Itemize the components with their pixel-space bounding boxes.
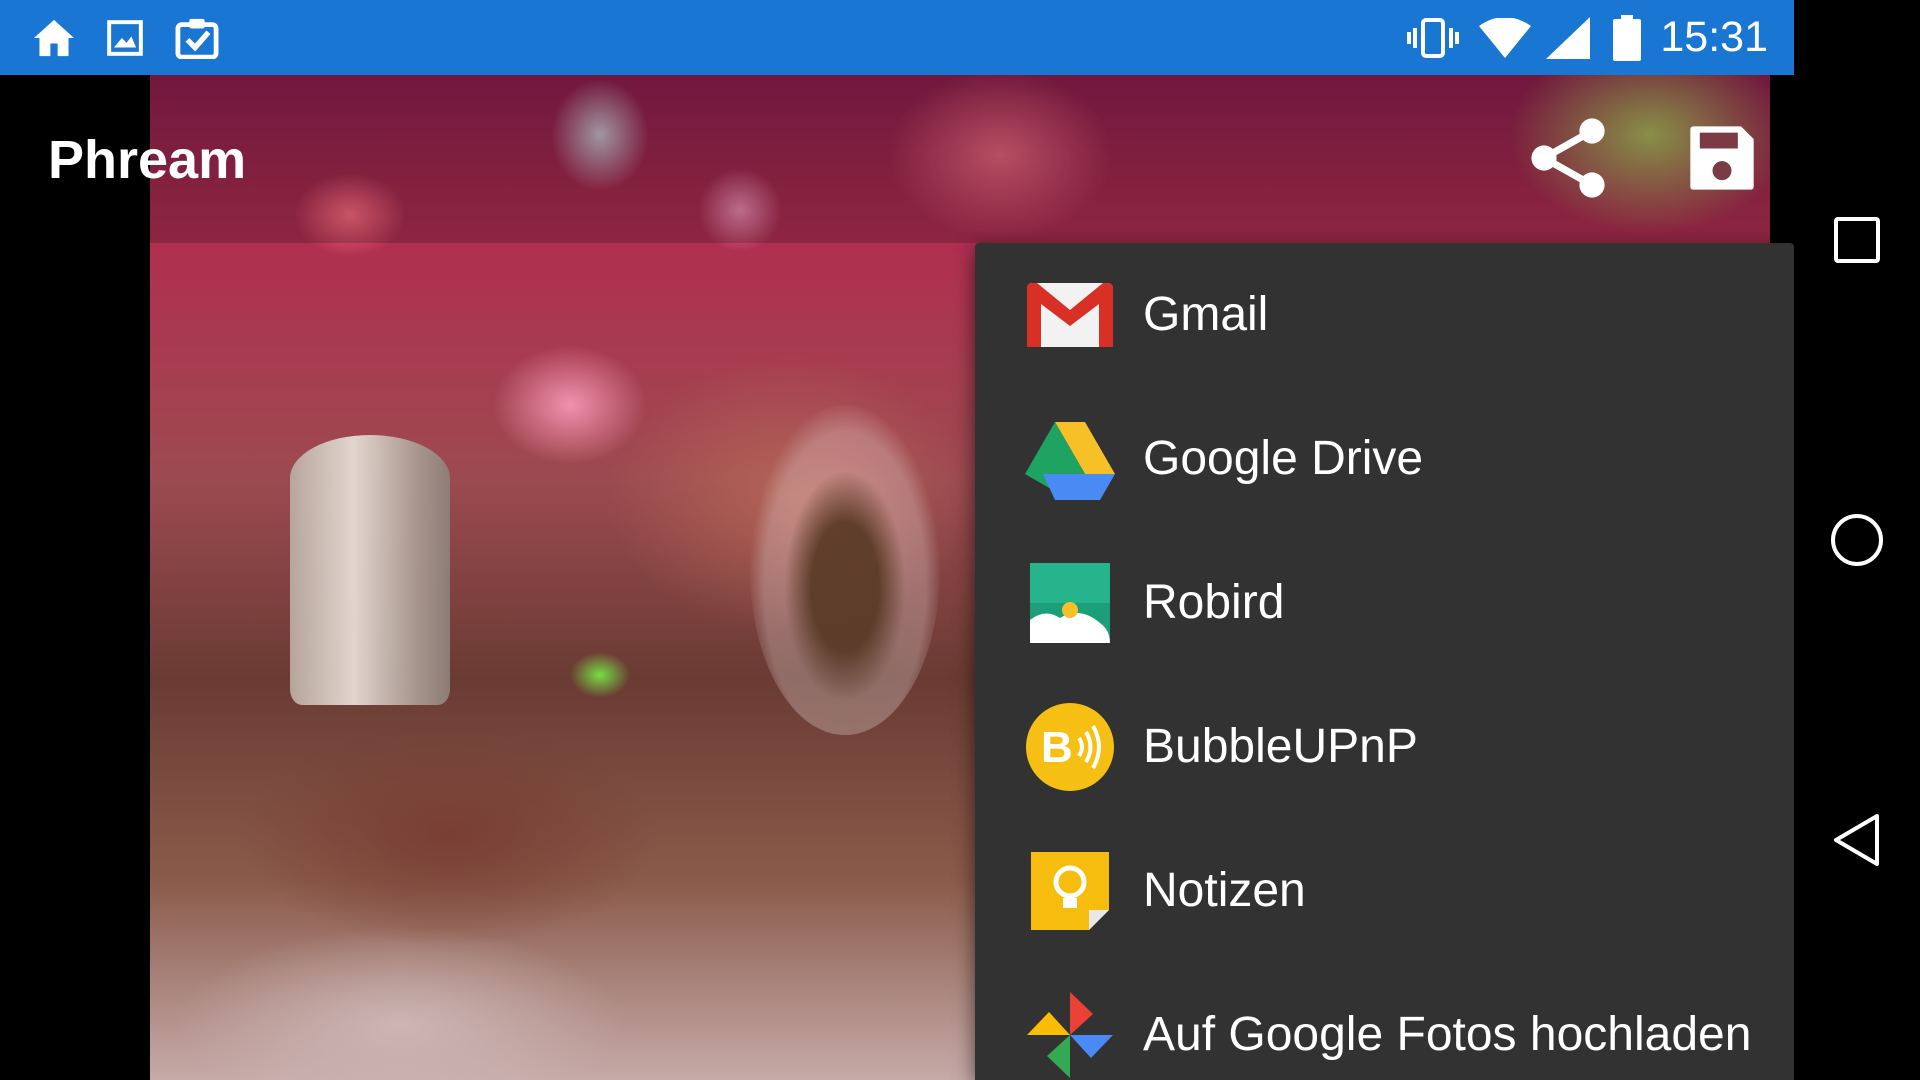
home-icon (28, 0, 80, 75)
bubbleupnp-icon: B (1026, 703, 1114, 791)
share-item-bubbleupnp[interactable]: B BubbleUPnP (975, 675, 1794, 819)
save-icon (1690, 126, 1754, 190)
robird-icon (1030, 563, 1110, 643)
signal-icon (1544, 0, 1592, 75)
recents-button[interactable] (1812, 195, 1902, 285)
google-drive-icon (1025, 422, 1115, 500)
save-button[interactable] (1674, 110, 1770, 206)
home-circle-icon (1831, 514, 1883, 566)
share-item-label: Robird (1143, 576, 1285, 629)
share-item-label: Google Drive (1143, 432, 1424, 485)
share-item-robird[interactable]: Robird (975, 531, 1794, 675)
share-item-label: Gmail (1143, 288, 1269, 341)
share-button[interactable] (1520, 110, 1616, 206)
share-item-label: Auf Google Fotos hochladen (1143, 1008, 1752, 1061)
status-bar: 15:31 (0, 0, 1794, 75)
vibrate-icon (1403, 0, 1463, 75)
svg-text:B: B (1041, 723, 1073, 772)
share-item-gmail[interactable]: Gmail (975, 243, 1794, 387)
clipboard-check-icon (172, 0, 222, 75)
share-item-label: BubbleUPnP (1143, 720, 1418, 773)
bottle-shape (750, 405, 940, 735)
back-button[interactable] (1812, 795, 1902, 885)
share-item-notizen[interactable]: Notizen (975, 819, 1794, 963)
home-nav-button[interactable] (1812, 495, 1902, 585)
battery-icon (1610, 0, 1644, 75)
wifi-icon (1477, 0, 1533, 75)
share-item-google-drive[interactable]: Google Drive (975, 387, 1794, 531)
share-item-label: Notizen (1143, 864, 1306, 917)
image-icon (102, 0, 148, 75)
share-icon (1531, 118, 1605, 198)
nav-bar (1794, 0, 1920, 1080)
app-title: Phream (48, 130, 247, 190)
cork-shape (290, 435, 450, 705)
status-time: 15:31 (1660, 13, 1768, 61)
notizen-icon (1031, 852, 1109, 930)
gmail-icon (1027, 283, 1113, 347)
recents-icon (1834, 217, 1880, 263)
share-menu: Gmail Google Drive Robird B BubbleUPnP N… (975, 243, 1794, 1080)
share-item-google-photos[interactable]: Auf Google Fotos hochladen (975, 963, 1794, 1080)
google-photos-icon (1027, 992, 1113, 1078)
back-icon (1834, 814, 1879, 866)
